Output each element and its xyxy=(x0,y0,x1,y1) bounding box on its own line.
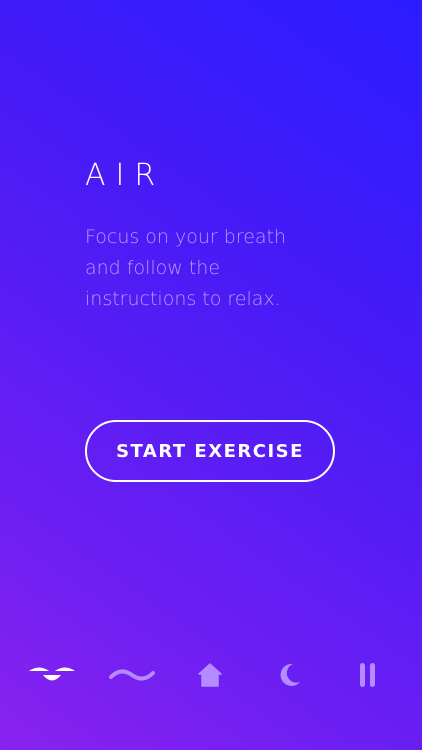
air-screen: AIR Focus on your breath and follow the … xyxy=(0,0,422,750)
tab-wave[interactable] xyxy=(102,650,162,700)
description: Focus on your breath and follow the inst… xyxy=(85,222,385,315)
moon-icon xyxy=(278,662,302,688)
description-line: and follow the xyxy=(85,257,221,279)
tab-sleep[interactable] xyxy=(264,650,316,700)
tab-air[interactable] xyxy=(22,650,82,700)
tab-home[interactable] xyxy=(184,650,236,700)
start-exercise-button[interactable]: START EXERCISE xyxy=(85,420,335,482)
pause-icon xyxy=(358,661,378,689)
description-line: Focus on your breath xyxy=(85,226,287,248)
tab-bar xyxy=(0,650,422,700)
home-icon xyxy=(197,662,223,688)
description-line: instructions to relax. xyxy=(85,288,281,310)
air-icon xyxy=(27,662,77,688)
wave-icon xyxy=(108,665,156,685)
tab-pause[interactable] xyxy=(344,650,392,700)
page-title: AIR xyxy=(85,158,166,193)
